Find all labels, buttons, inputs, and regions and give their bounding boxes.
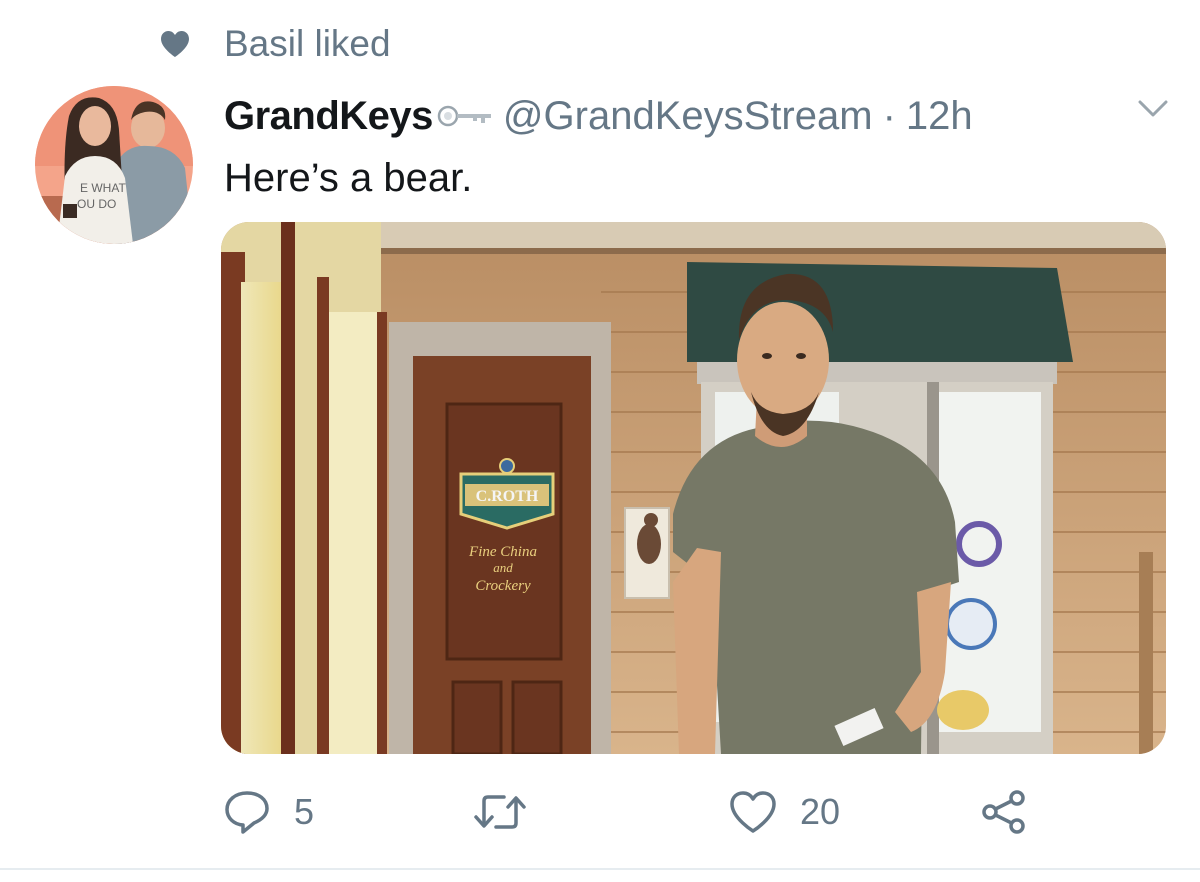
tweet-header: GrandKeys @GrandKeysStream · 12h <box>224 88 973 144</box>
door-sign-name: C.ROTH <box>476 488 539 505</box>
retweet-icon <box>474 795 526 829</box>
tweet-media[interactable]: C.ROTH Fine China and Crockery <box>221 222 1166 754</box>
chevron-down-icon[interactable] <box>1136 98 1170 120</box>
reply-button[interactable]: 5 <box>222 784 314 840</box>
tweet-text: Here’s a bear. <box>224 156 473 200</box>
author-handle[interactable]: @GrandKeysStream <box>503 94 873 139</box>
door-sign-line1: Fine China <box>468 544 537 560</box>
avatar-photo: E WHAT OU DO <box>35 86 193 244</box>
social-context[interactable]: Basil liked <box>160 22 391 66</box>
timestamp[interactable]: 12h <box>906 94 973 139</box>
social-context-text: Basil liked <box>224 23 391 64</box>
share-icon <box>982 790 1025 834</box>
reply-count: 5 <box>294 791 315 832</box>
avatar-shirt-text-2: OU DO <box>77 197 116 211</box>
like-count: 20 <box>800 791 841 832</box>
door-sign-line2: and <box>493 560 513 575</box>
like-button[interactable]: 20 <box>728 784 840 840</box>
media-photo: C.ROTH Fine China and Crockery <box>221 222 1166 754</box>
divider <box>0 868 1200 870</box>
author-name[interactable]: GrandKeys <box>224 94 433 139</box>
retweet-button[interactable] <box>472 784 550 840</box>
reply-icon <box>225 791 269 834</box>
key-icon <box>437 105 491 127</box>
header-separator: · <box>882 93 896 138</box>
heart-icon <box>161 31 189 57</box>
avatar[interactable]: E WHAT OU DO <box>35 86 193 244</box>
share-button[interactable] <box>980 784 1028 840</box>
tweet-actions: 5 20 <box>0 784 1200 840</box>
avatar-shirt-text-1: E WHAT <box>80 181 126 195</box>
door-sign-line3: Crockery <box>475 578 531 594</box>
heart-outline-icon <box>730 791 776 833</box>
